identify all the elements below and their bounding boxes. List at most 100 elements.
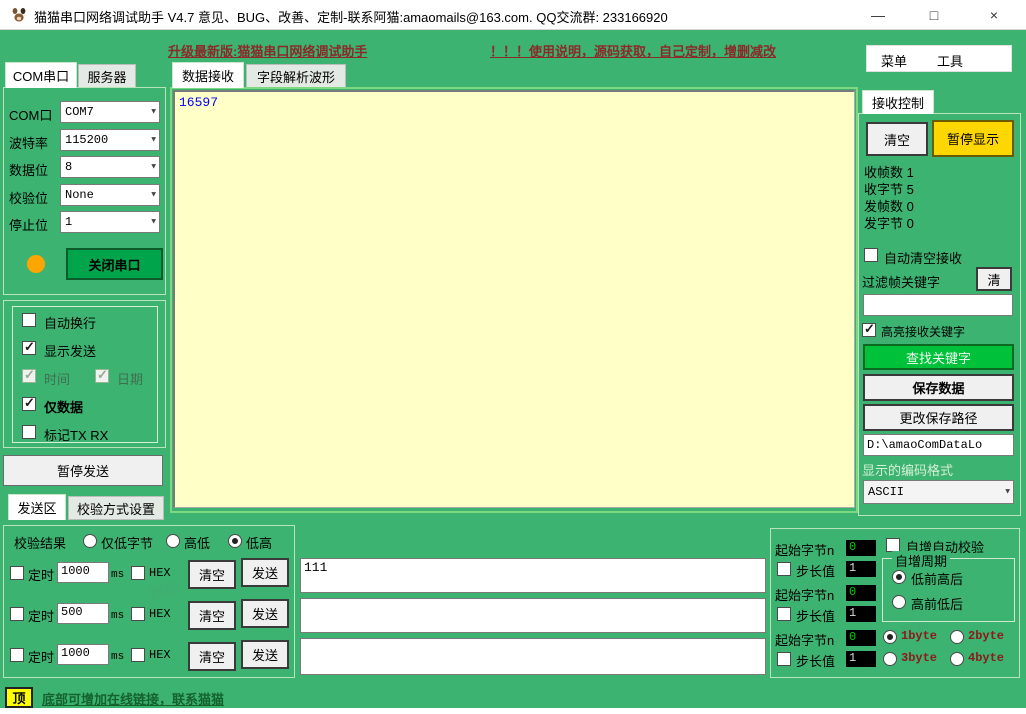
checksum-high-low-radio[interactable]	[166, 534, 180, 548]
clear-send-button-1[interactable]: 清空	[188, 560, 236, 589]
upgrade-link[interactable]: 升级最新版:猫猫串口网络调试助手	[168, 41, 367, 60]
encoding-select[interactable]: ASCII▼	[863, 480, 1014, 504]
timer-checkbox-2[interactable]	[10, 607, 24, 621]
byte-3-radio[interactable]	[883, 652, 897, 666]
stop-bits-select[interactable]: 1▼	[60, 211, 160, 233]
hex-checkbox-3[interactable]	[131, 648, 145, 662]
byte-2-label: 2byte	[968, 629, 1004, 643]
change-save-path-button[interactable]: 更改保存路径	[863, 404, 1014, 431]
low-first-high-last-radio[interactable]	[892, 570, 906, 584]
send-text-input-3[interactable]	[300, 638, 766, 675]
tab-receive-control[interactable]: 接收控制	[862, 90, 934, 114]
timer-interval-input-2[interactable]: 500	[57, 603, 109, 624]
clear-send-button-2[interactable]: 清空	[188, 601, 236, 630]
tab-label: 字段解析波形	[257, 67, 335, 86]
tab-checksum-settings[interactable]: 校验方式设置	[68, 496, 164, 520]
step-checkbox-2[interactable]	[777, 607, 791, 621]
minimize-button[interactable]: —	[850, 0, 906, 30]
send-text-input-1[interactable]: 111	[300, 558, 766, 593]
highlight-keyword-checkbox[interactable]	[862, 323, 876, 337]
date-checkbox[interactable]	[95, 369, 109, 383]
footer-link[interactable]: 底部可增加在线链接，联系猫猫	[42, 689, 224, 708]
parity-select[interactable]: None▼	[60, 184, 160, 206]
increment-cycle-label: 自增周期	[892, 551, 950, 570]
mark-txrx-label: 标记TX RX	[44, 425, 108, 444]
help-link[interactable]: ！！！使用说明，源码获取，自己定制，增删减改	[490, 41, 776, 60]
ms-label-2: ms	[111, 610, 124, 622]
high-first-low-last-radio[interactable]	[892, 595, 906, 609]
stop-bits-label: 停止位	[9, 215, 48, 234]
byte-4-radio[interactable]	[950, 652, 964, 666]
start-byte-value-1[interactable]: 0	[846, 540, 876, 556]
com-port-label: COM口	[9, 105, 52, 124]
step-value-3[interactable]: 1	[846, 651, 876, 667]
byte-3-label: 3byte	[901, 651, 937, 665]
step-checkbox-1[interactable]	[777, 562, 791, 576]
start-byte-value-3[interactable]: 0	[846, 630, 876, 646]
close-button[interactable]: ×	[962, 0, 1026, 30]
timer-interval-input-1[interactable]: 1000	[57, 562, 109, 583]
app-paw-icon	[10, 6, 28, 24]
data-only-checkbox[interactable]	[22, 397, 36, 411]
mark-txrx-checkbox[interactable]	[22, 425, 36, 439]
maximize-button[interactable]: □	[906, 0, 962, 30]
step-value-2[interactable]: 1	[846, 606, 876, 622]
close-port-button[interactable]: 关闭串口	[66, 248, 163, 280]
step-checkbox-3[interactable]	[777, 652, 791, 666]
checksum-low-byte-radio[interactable]	[83, 534, 97, 548]
save-path-value: D:\amaoComDataLo	[867, 438, 982, 452]
tab-send-area[interactable]: 发送区	[8, 494, 66, 520]
find-keyword-button[interactable]: 查找关键字	[863, 344, 1014, 370]
filter-keyword-input[interactable]	[863, 294, 1013, 316]
hex-checkbox-2[interactable]	[131, 607, 145, 621]
send-text-input-2[interactable]	[300, 598, 766, 633]
save-path-box: D:\amaoComDataLo	[863, 434, 1014, 456]
hex-checkbox-1[interactable]	[131, 566, 145, 580]
tab-data-receive[interactable]: 数据接收	[172, 62, 244, 88]
save-data-button[interactable]: 保存数据	[863, 374, 1014, 401]
timer-interval-input-3[interactable]: 1000	[57, 644, 109, 665]
show-send-checkbox[interactable]	[22, 341, 36, 355]
send-button-2[interactable]: 发送	[241, 599, 289, 628]
receive-textarea[interactable]: 16597	[173, 90, 855, 508]
menu-item-tools[interactable]: 工具	[937, 51, 963, 70]
checksum-low-high-radio[interactable]	[228, 534, 242, 548]
stop-bits-value: 1	[65, 215, 72, 229]
tab-com-serial[interactable]: COM串口	[5, 62, 77, 88]
chevron-down-icon: ▼	[151, 163, 156, 172]
chevron-down-icon: ▼	[151, 218, 156, 227]
menu-item-menu[interactable]: 菜单	[881, 51, 907, 70]
pause-display-button[interactable]: 暂停显示	[932, 120, 1014, 157]
send-button-1[interactable]: 发送	[241, 558, 289, 587]
pause-send-button[interactable]: 暂停发送	[3, 455, 163, 486]
timer-checkbox-1[interactable]	[10, 566, 24, 580]
stat-label: 收字节	[864, 182, 903, 197]
start-byte-value-2[interactable]: 0	[846, 585, 876, 601]
byte-1-radio[interactable]	[883, 630, 897, 644]
baud-rate-select[interactable]: 115200▼	[60, 129, 160, 151]
scroll-top-button[interactable]: 顶	[5, 687, 33, 708]
com-port-select[interactable]: COM7▼	[60, 101, 160, 123]
auto-clear-receive-checkbox[interactable]	[864, 248, 878, 262]
byte-2-radio[interactable]	[950, 630, 964, 644]
auto-clear-receive-label: 自动清空接收	[884, 248, 962, 267]
highlight-keyword-label: 高亮接收关键字	[881, 323, 965, 340]
stat-label: 发字节	[864, 216, 903, 231]
timer-checkbox-3[interactable]	[10, 648, 24, 662]
clear-receive-button[interactable]: 清空	[866, 122, 928, 156]
tab-label: COM串口	[13, 66, 69, 85]
clear-send-button-3[interactable]: 清空	[188, 642, 236, 671]
step-value-1[interactable]: 1	[846, 561, 876, 577]
auto-newline-checkbox[interactable]	[22, 313, 36, 327]
tab-field-parse-waveform[interactable]: 字段解析波形	[246, 64, 346, 88]
value: 1	[849, 561, 856, 575]
tab-server[interactable]: 服务器	[78, 64, 136, 88]
auto-increment-check-checkbox[interactable]	[886, 538, 900, 552]
stat-value: 1	[907, 165, 914, 180]
filter-clear-button[interactable]: 清	[976, 267, 1012, 291]
send-button-3[interactable]: 发送	[241, 640, 289, 669]
baud-rate-value: 115200	[65, 133, 108, 147]
step-label-2: 步长值	[796, 606, 835, 625]
time-checkbox[interactable]	[22, 369, 36, 383]
data-bits-select[interactable]: 8▼	[60, 156, 160, 178]
